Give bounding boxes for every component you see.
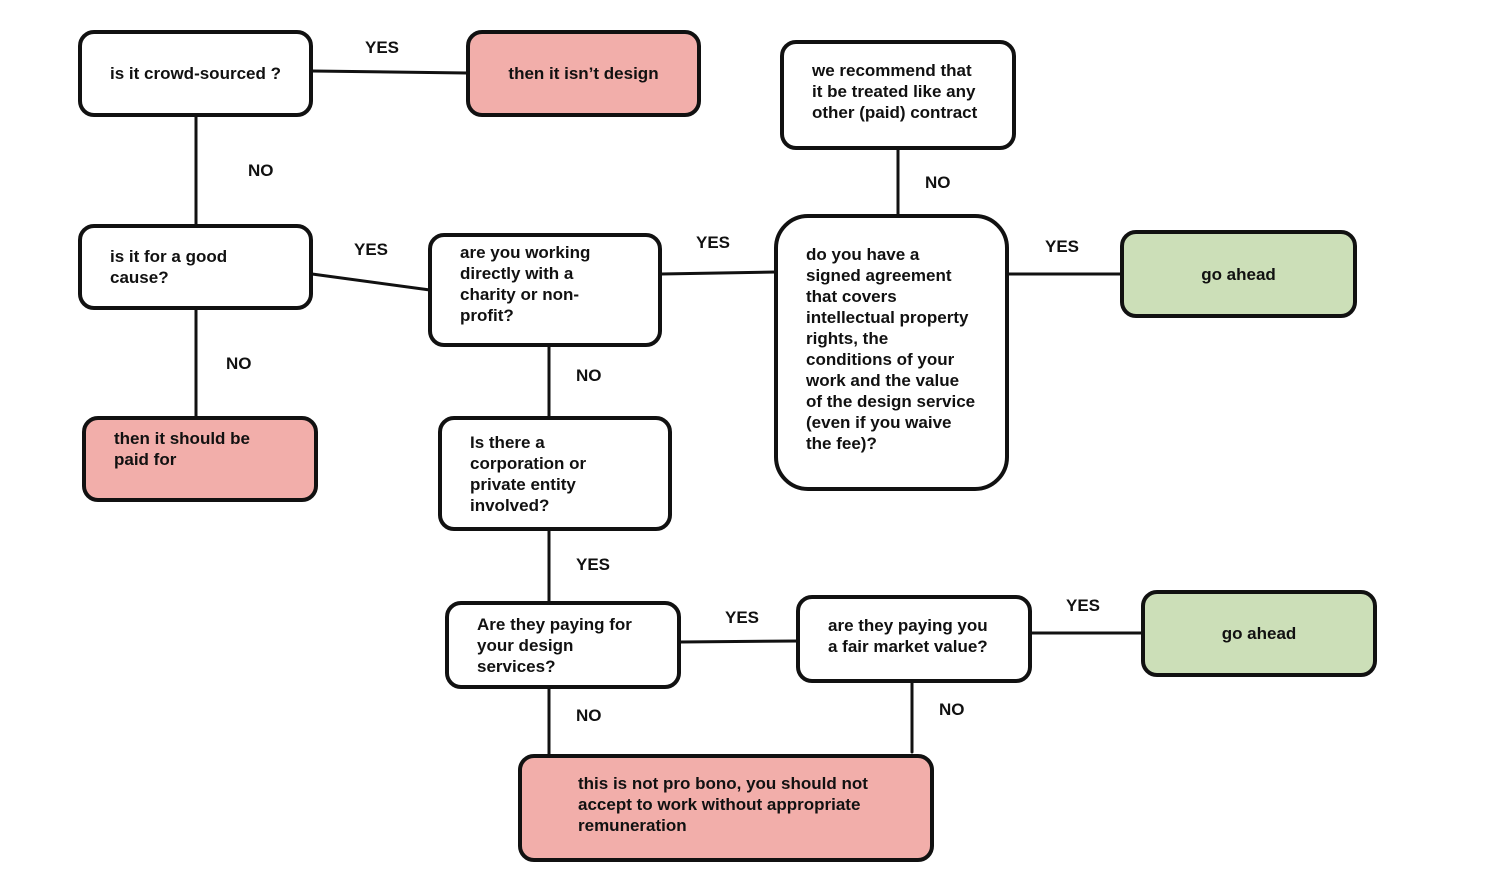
node-text: Are they paying for your design services… (477, 614, 632, 676)
edge-paying-to-fair (678, 639, 800, 644)
edge-label-fair-no: NO (939, 700, 965, 719)
node-charity: are you working directly with a charity … (428, 233, 662, 347)
edge-label-cause-no: NO (226, 354, 252, 373)
edge-charity-to-agreement (659, 270, 778, 276)
node-text: are you working directly with a charity … (460, 243, 591, 325)
edge-label-charity-no: NO (576, 366, 602, 385)
node-text: do you have a signed agreement that cove… (806, 245, 976, 453)
node-should-be-paid: then it should be paid for (82, 416, 318, 502)
node-text: this is not pro bono, you should not acc… (578, 773, 868, 835)
edge-label-crowd-yes: YES (365, 38, 400, 57)
node-text: go ahead (1201, 264, 1276, 284)
edge-label-charity-yes: YES (696, 233, 731, 252)
node-go-ahead-top: go ahead (1120, 230, 1357, 318)
node-not-design: then it isn’t design (466, 30, 701, 117)
node-text: go ahead (1221, 624, 1297, 643)
node-good-cause: is it for a good cause? (78, 224, 313, 310)
node-crowd-sourced: is it crowd-sourced ? (78, 30, 313, 117)
edge-label-agreement-no: NO (925, 173, 951, 192)
node-text: is it crowd-sourced ? (110, 64, 281, 83)
node-go-ahead-bottom: go ahead (1141, 590, 1377, 677)
edge-label-fair-yes: YES (1066, 596, 1101, 615)
edge-label-crowd-no: NO (248, 161, 274, 180)
edge-label-paying-no: NO (576, 706, 602, 725)
node-not-pro-bono: this is not pro bono, you should not acc… (518, 754, 934, 862)
flowchart: is it crowd-sourced ? then it isn’t desi… (0, 0, 1500, 895)
node-recommend-contract: we recommend that it be treated like any… (780, 40, 1016, 150)
node-paying-services: Are they paying for your design services… (445, 601, 681, 689)
edge-label-paying-yes: YES (725, 608, 760, 627)
node-text: then it isn’t design (508, 64, 659, 83)
edge-good-cause-to-charity (310, 272, 432, 292)
node-text: then it should be paid for (114, 429, 250, 469)
node-text: Is there a corporation or private entity… (470, 432, 587, 515)
node-signed-agreement: do you have a signed agreement that cove… (774, 214, 1009, 491)
edge-label-cause-yes: YES (354, 240, 389, 259)
edge-crowd-to-not-design (310, 69, 469, 75)
node-text: is it for a good cause? (110, 247, 228, 287)
node-text: are they paying you a fair market value? (828, 616, 988, 656)
node-corporation: Is there a corporation or private entity… (438, 416, 672, 531)
node-fair-market: are they paying you a fair market value? (796, 595, 1032, 683)
edge-label-corp-yes: YES (576, 555, 611, 574)
node-text: we recommend that it be treated like any… (812, 60, 978, 122)
edge-label-agreement-yes: YES (1045, 237, 1080, 256)
